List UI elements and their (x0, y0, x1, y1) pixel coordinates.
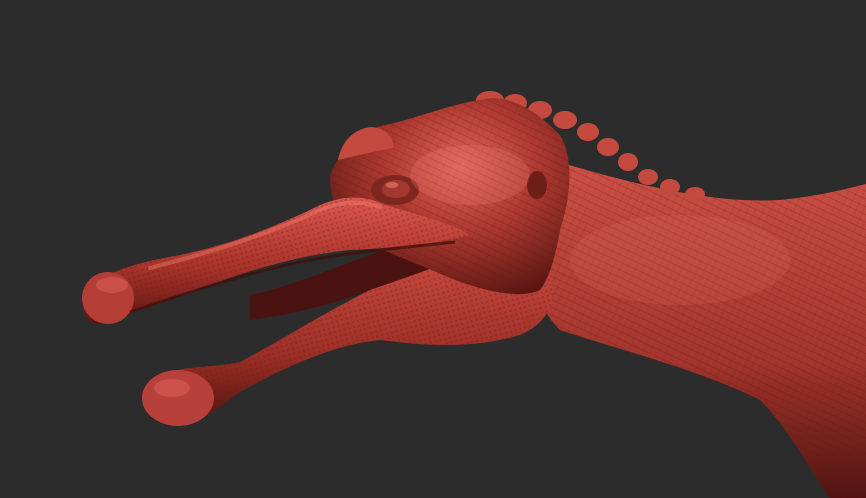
sculpt-viewport[interactable] (0, 0, 866, 498)
lower-jaw-tip-bulb (142, 370, 214, 426)
eye (382, 180, 410, 198)
snout-tip-highlight (96, 277, 128, 293)
neck-highlight (570, 215, 790, 305)
ear-opening (527, 171, 547, 199)
sculpt-canvas[interactable] (0, 0, 866, 498)
cheek-highlight (410, 145, 530, 205)
lower-jaw-tip-highlight (154, 379, 190, 397)
eye-highlight (386, 182, 398, 188)
